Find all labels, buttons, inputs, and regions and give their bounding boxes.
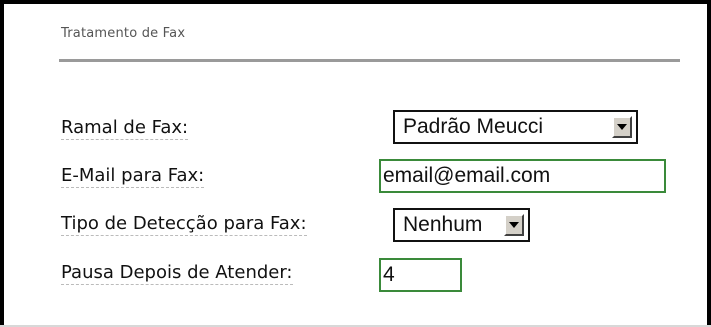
tipo-deteccao-select[interactable]: Nenhum bbox=[393, 208, 530, 242]
ramal-fax-select[interactable]: Padrão Meucci bbox=[393, 110, 638, 144]
window-left-border bbox=[0, 0, 4, 327]
tipo-deteccao-label: Tipo de Detecção para Fax: bbox=[61, 213, 307, 236]
dropdown-arrow-icon[interactable] bbox=[612, 116, 632, 138]
window-right-border bbox=[707, 0, 711, 327]
section-divider bbox=[59, 59, 680, 62]
section-title: Tratamento de Fax bbox=[61, 26, 186, 41]
email-fax-label: E-Mail para Fax: bbox=[61, 165, 205, 188]
ramal-fax-label: Ramal de Fax: bbox=[61, 117, 189, 140]
window-top-border bbox=[0, 0, 711, 4]
pausa-atender-input[interactable]: 4 bbox=[379, 258, 462, 292]
email-fax-input[interactable]: email@email.com bbox=[379, 159, 666, 193]
dropdown-arrow-icon[interactable] bbox=[504, 214, 524, 236]
pausa-atender-label: Pausa Depois de Atender: bbox=[61, 262, 293, 285]
ramal-fax-selected-value: Padrão Meucci bbox=[403, 115, 544, 138]
tipo-deteccao-selected-value: Nenhum bbox=[403, 213, 483, 236]
